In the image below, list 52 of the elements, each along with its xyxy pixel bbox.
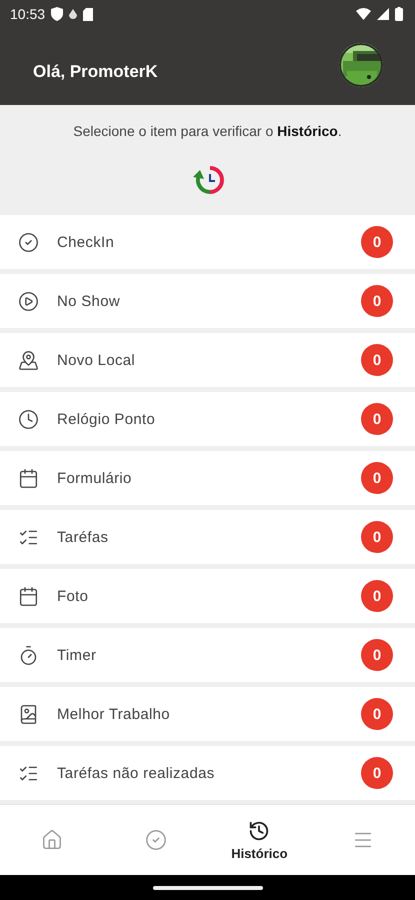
history-icon bbox=[248, 820, 270, 842]
status-time: 10:53 bbox=[10, 6, 46, 22]
calendar-icon bbox=[18, 468, 39, 488]
history-item[interactable]: Foto 0 bbox=[0, 569, 415, 623]
shield-icon bbox=[51, 7, 64, 21]
item-label: Taréfas não realizadas bbox=[57, 764, 216, 782]
greeting: Olá, PromoterK bbox=[33, 62, 158, 82]
item-label: CheckIn bbox=[57, 234, 116, 250]
count-badge: 0 bbox=[361, 403, 393, 435]
item-label: Formulário bbox=[57, 470, 133, 486]
history-item[interactable]: Timer 0 bbox=[0, 628, 415, 682]
count-badge: 0 bbox=[361, 639, 393, 671]
history-icon bbox=[192, 165, 224, 195]
item-label: Timer bbox=[57, 646, 98, 664]
timer-icon bbox=[18, 644, 39, 666]
history-item[interactable]: Taréfas 0 bbox=[0, 510, 415, 564]
history-item[interactable]: Taréfas não realizadas 0 bbox=[0, 746, 415, 800]
drop-icon bbox=[69, 9, 78, 19]
item-label: Melhor Trabalho bbox=[57, 706, 171, 722]
history-item[interactable]: Formulário 0 bbox=[0, 451, 415, 505]
signal-icon bbox=[377, 8, 389, 20]
count-badge: 0 bbox=[361, 226, 393, 258]
count-badge: 0 bbox=[361, 757, 393, 789]
item-label: Taréfas bbox=[57, 528, 110, 546]
check-circle-icon bbox=[144, 829, 167, 851]
map-icon bbox=[18, 350, 39, 370]
count-badge: 0 bbox=[361, 285, 393, 317]
book-icon bbox=[18, 704, 39, 724]
instruction-text: Selecione o item para verificar o Histórico. bbox=[73, 123, 342, 139]
battery-icon bbox=[395, 7, 403, 21]
play-circle-icon bbox=[18, 290, 39, 312]
history-item[interactable]: Melhor Trabalho 0 bbox=[0, 687, 415, 741]
item-label: No Show bbox=[57, 292, 121, 310]
item-label: Foto bbox=[57, 588, 90, 604]
home-indicator[interactable] bbox=[152, 886, 262, 890]
history-item[interactable]: CheckIn 0 bbox=[0, 215, 415, 269]
count-badge: 0 bbox=[361, 344, 393, 376]
check-circle-icon bbox=[18, 232, 39, 252]
history-item[interactable]: Novo Local 0 bbox=[0, 333, 415, 387]
clock-icon bbox=[18, 408, 39, 430]
count-badge: 0 bbox=[361, 698, 393, 730]
home-icon bbox=[40, 829, 63, 851]
item-label: Relógio Ponto bbox=[57, 410, 156, 428]
wifi-icon bbox=[356, 8, 371, 20]
calendar-icon bbox=[18, 586, 39, 606]
item-label: Novo Local bbox=[57, 352, 136, 368]
history-item[interactable]: Relógio Ponto 0 bbox=[0, 392, 415, 446]
sd-card-icon bbox=[83, 8, 94, 20]
history-item[interactable]: No Show 0 bbox=[0, 274, 415, 328]
count-badge: 0 bbox=[361, 521, 393, 553]
count-badge: 0 bbox=[361, 462, 393, 494]
count-badge: 0 bbox=[361, 580, 393, 612]
